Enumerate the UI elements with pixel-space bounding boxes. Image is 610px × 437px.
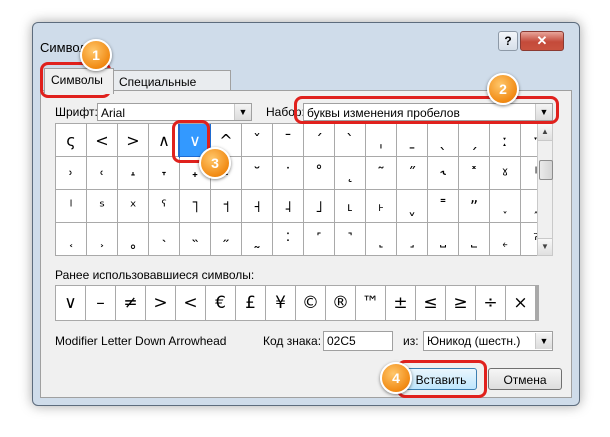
recent-symbol[interactable]: ±: [386, 286, 415, 320]
symbol-cell[interactable]: ˬ: [397, 190, 427, 222]
symbol-cell[interactable]: ˭: [428, 190, 458, 222]
symbol-cell[interactable]: ˔: [118, 157, 148, 189]
symbol-cell[interactable]: ˇ: [242, 124, 272, 156]
symbol-cell[interactable]: ˮ: [459, 190, 489, 222]
symbol-cell[interactable]: ˠ: [490, 157, 520, 189]
symbol-cell[interactable]: ˟: [459, 157, 489, 189]
step-badge-4: 4: [380, 362, 412, 394]
tab-symbols[interactable]: Символы: [44, 68, 114, 94]
symbol-cell[interactable]: ˘: [242, 157, 272, 189]
symbol-cell[interactable]: ˥: [180, 190, 210, 222]
symbol-cell[interactable]: ˕: [149, 157, 179, 189]
recent-symbol[interactable]: €: [206, 286, 235, 320]
character-name: Modifier Letter Down Arrowhead: [55, 334, 227, 348]
close-button[interactable]: ✕: [520, 31, 564, 51]
symbol-cell[interactable]: ˎ: [428, 124, 458, 156]
symbol-cell[interactable]: ˽: [428, 223, 458, 255]
symbol-cell[interactable]: ˋ: [335, 124, 365, 156]
symbol-cell[interactable]: ˊ: [304, 124, 334, 156]
recent-symbol[interactable]: –: [86, 286, 115, 320]
symbol-cell[interactable]: ˧: [242, 190, 272, 222]
symbol-cell[interactable]: ς: [56, 124, 86, 156]
symbol-cell[interactable]: ˿: [490, 223, 520, 255]
symbol-cell[interactable]: ˤ: [149, 190, 179, 222]
symbol-cell[interactable]: ˌ: [366, 124, 396, 156]
symbol-cell[interactable]: ˺: [335, 223, 365, 255]
step-badge-2: 2: [487, 73, 519, 105]
recent-symbols: ∨ – ≠ > < € £ ¥ © ® ™ ± ≤ ≥ ÷ ×: [55, 285, 539, 321]
symbol-cell[interactable]: ˙: [273, 157, 303, 189]
symbol-cell[interactable]: ː: [490, 124, 520, 156]
recent-symbol[interactable]: ¥: [266, 286, 295, 320]
scroll-down-icon[interactable]: ▼: [538, 238, 552, 255]
symbol-cell[interactable]: ˜: [366, 157, 396, 189]
symbol-cell[interactable]: ˣ: [118, 190, 148, 222]
step-badge-1: 1: [80, 39, 112, 71]
symbol-cell[interactable]: ˴: [149, 223, 179, 255]
recent-symbol[interactable]: ©: [296, 286, 325, 320]
chevron-down-icon[interactable]: ▼: [234, 104, 251, 120]
chevron-down-icon[interactable]: ▼: [535, 333, 552, 349]
symbol-cell[interactable]: ˛: [335, 157, 365, 189]
symbol-cell[interactable]: ˒: [56, 157, 86, 189]
symbol-cell[interactable]: ˲: [87, 223, 117, 255]
recent-symbol[interactable]: ×: [506, 286, 535, 320]
symbol-cell[interactable]: ˓: [87, 157, 117, 189]
symbol-cell[interactable]: ˾: [459, 223, 489, 255]
font-label: Шрифт:: [55, 105, 98, 119]
encoding-select[interactable]: Юникод (шестн.) ▼: [423, 331, 553, 351]
symbol-cell[interactable]: ˵: [180, 223, 210, 255]
symbol-cell[interactable]: <: [87, 124, 117, 156]
recent-symbol[interactable]: ≥: [446, 286, 475, 320]
symbol-cell[interactable]: ˢ: [87, 190, 117, 222]
symbol-cell[interactable]: ˼: [397, 223, 427, 255]
recent-symbol[interactable]: ÷: [476, 286, 505, 320]
grid-scrollbar[interactable]: ▲ ▼: [537, 123, 553, 256]
symbol-cell[interactable]: ˻: [366, 223, 396, 255]
symbol-cell[interactable]: ˹: [304, 223, 334, 255]
recent-symbol[interactable]: <: [176, 286, 205, 320]
symbol-cell[interactable]: ˸: [273, 223, 303, 255]
recent-symbol[interactable]: £: [236, 286, 265, 320]
symbol-cell[interactable]: ˱: [56, 223, 86, 255]
symbol-cell[interactable]: ˷: [242, 223, 272, 255]
step-badge-3: 3: [199, 147, 231, 179]
symbol-cell[interactable]: ˩: [304, 190, 334, 222]
symbol-cell[interactable]: ˨: [273, 190, 303, 222]
symbol-grid: ς<>∧∨^ˇˉˊˋˌˍˎˏːˑ˒˓˔˕˖˗˘˙˚˛˜˝˞˟ˠˡˡˢˣˤ˥˦˧˨…: [55, 123, 539, 256]
recent-symbol[interactable]: ®: [326, 286, 355, 320]
cancel-button[interactable]: Отмена: [488, 368, 562, 390]
font-value: Arial: [101, 106, 126, 120]
symbol-cell[interactable]: ˯: [490, 190, 520, 222]
from-label: из:: [403, 334, 419, 348]
symbol-cell[interactable]: ˡ: [56, 190, 86, 222]
symbol-cell[interactable]: ˞: [428, 157, 458, 189]
font-select[interactable]: Arial ▼: [97, 103, 252, 121]
recent-symbol[interactable]: >: [146, 286, 175, 320]
symbol-cell[interactable]: ˳: [118, 223, 148, 255]
symbol-cell[interactable]: ˝: [397, 157, 427, 189]
char-code-input[interactable]: 02C5: [323, 331, 393, 351]
code-label: Код знака:: [263, 334, 322, 348]
symbol-cell[interactable]: ˏ: [459, 124, 489, 156]
recent-symbol[interactable]: ≤: [416, 286, 445, 320]
scroll-up-icon[interactable]: ▲: [538, 124, 552, 141]
recent-label: Ранее использовавшиеся символы:: [55, 268, 255, 282]
symbol-cell[interactable]: >: [118, 124, 148, 156]
symbol-cell[interactable]: ˫: [366, 190, 396, 222]
help-button[interactable]: ?: [498, 31, 518, 51]
scroll-thumb[interactable]: [539, 160, 553, 180]
symbol-cell[interactable]: ˉ: [273, 124, 303, 156]
symbol-cell[interactable]: ˶: [211, 223, 241, 255]
symbol-cell[interactable]: ˚: [304, 157, 334, 189]
recent-symbol[interactable]: ™: [356, 286, 385, 320]
recent-symbol[interactable]: ≠: [116, 286, 145, 320]
encoding-value: Юникод (шестн.): [427, 334, 521, 348]
symbol-cell[interactable]: ˍ: [397, 124, 427, 156]
symbol-cell[interactable]: ˦: [211, 190, 241, 222]
highlight-ring-subset: [294, 96, 559, 124]
recent-symbol[interactable]: ∨: [56, 286, 85, 320]
symbol-cell[interactable]: ˪: [335, 190, 365, 222]
